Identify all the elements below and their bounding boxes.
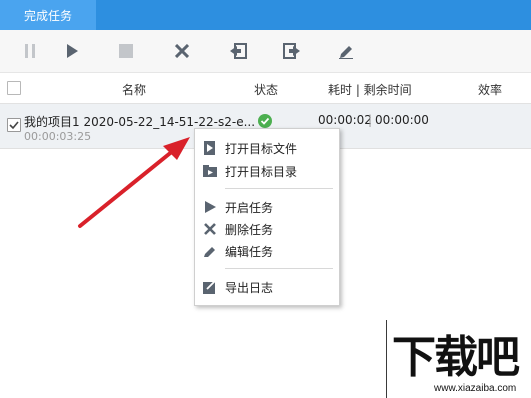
edit-icon: [204, 247, 215, 257]
menu-item-label: 删除任务: [225, 223, 274, 237]
menu-item-open-folder[interactable]: 打开目标目录: [195, 160, 339, 182]
menu-item-start-task[interactable]: 开启任务: [195, 196, 339, 218]
menu-item-label: 打开目标目录: [225, 165, 298, 179]
menu-item-label: 导出日志: [225, 281, 274, 295]
play-icon: [205, 201, 216, 213]
menu-divider: [225, 188, 333, 189]
menu-divider: [225, 268, 333, 269]
watermark-text: 下载吧: [392, 332, 520, 383]
watermark-logo: 下载吧 www.xiazaiba.com: [392, 334, 531, 398]
menu-item-open-file[interactable]: 打开目标文件: [195, 137, 339, 159]
open-file-icon: [204, 141, 215, 155]
menu-item-export-log[interactable]: 导出日志: [195, 276, 339, 298]
watermark-url: www.xiazaiba.com: [434, 383, 517, 394]
context-menu: 打开目标文件 打开目标目录 开启任务 删除任务 编辑任务 导出日志: [194, 128, 340, 306]
window-divider: [386, 320, 387, 398]
menu-item-label: 开启任务: [225, 201, 274, 215]
open-folder-icon: [203, 165, 217, 177]
menu-item-delete-task[interactable]: 删除任务: [195, 218, 339, 240]
close-icon: [204, 223, 216, 235]
menu-item-label: 打开目标文件: [225, 142, 298, 156]
menu-item-edit-task[interactable]: 编辑任务: [195, 240, 339, 262]
menu-item-label: 编辑任务: [225, 245, 274, 259]
export-log-icon: [203, 280, 217, 294]
